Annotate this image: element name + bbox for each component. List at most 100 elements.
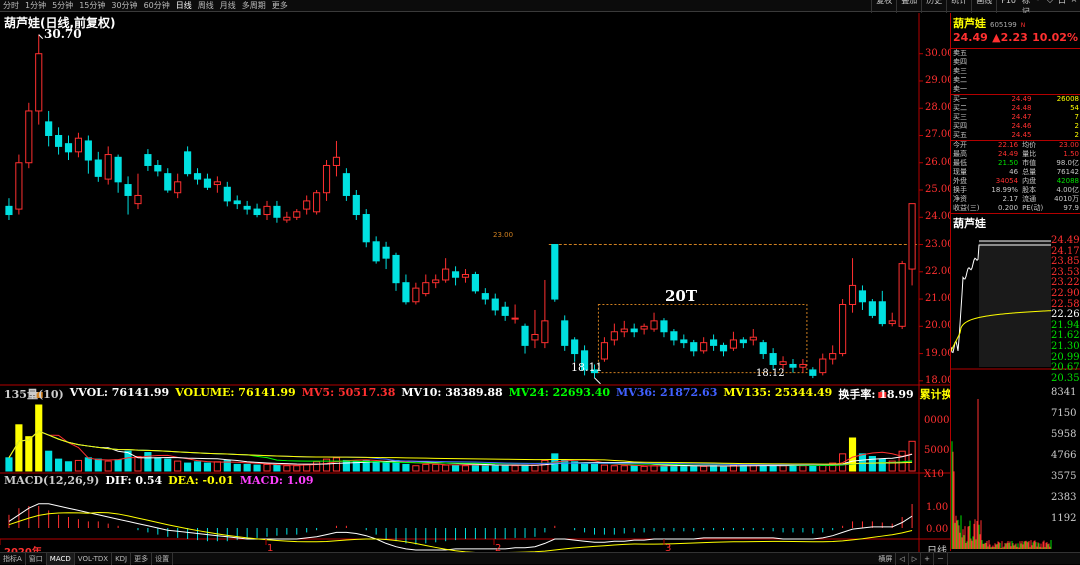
period-tab-10[interactable]: 更多	[269, 0, 291, 12]
candle-body	[65, 144, 71, 152]
candle-body	[641, 326, 647, 329]
candle-body	[254, 209, 260, 214]
kline-chart[interactable]: 00005000X101.000.00	[0, 13, 950, 552]
period-tab-4[interactable]: 30分钟	[108, 0, 140, 12]
stat-label: 净资	[951, 195, 985, 204]
volume-bar	[85, 458, 91, 471]
period-tab-3[interactable]: 15分钟	[76, 0, 108, 12]
bottom-button-3[interactable]: +	[921, 553, 934, 565]
intraday-price-label: 21.94	[1051, 320, 1080, 331]
stat-value: 4010万	[1048, 195, 1080, 204]
candle-body	[333, 157, 339, 165]
stat-label: 现量	[951, 168, 985, 177]
stat-label: PE(动)	[1020, 204, 1048, 214]
order-label: 卖四	[951, 58, 1016, 67]
volume-bar	[711, 466, 717, 471]
candle-body	[889, 321, 895, 324]
bottom-button-1[interactable]: ◁	[896, 553, 908, 565]
volume-bar	[373, 462, 379, 471]
candle-body	[909, 204, 915, 269]
volume-bar	[452, 465, 458, 471]
candle-body	[532, 334, 538, 339]
candle-body	[879, 302, 885, 324]
period-tab-0[interactable]: 分时	[0, 0, 22, 12]
order-row: 卖五	[951, 49, 1080, 58]
indicator-tab-0[interactable]: 指标A	[0, 553, 26, 565]
candle-body	[572, 340, 578, 354]
stat-value: 21.50	[985, 159, 1020, 168]
candle-body	[482, 294, 488, 299]
volume-indicator-item: MV24: 22693.40	[509, 386, 610, 402]
indicator-tab-2[interactable]: MACD	[47, 553, 75, 565]
price-change-pct: 10.02%	[1032, 31, 1078, 48]
order-price: 24.45	[984, 131, 1034, 141]
volume-bar	[502, 466, 508, 471]
period-tab-6[interactable]: 日线	[173, 0, 195, 12]
indicator-tab-3[interactable]: VOL-TDX	[75, 553, 112, 565]
candle-body	[452, 272, 458, 277]
indicator-tab-4[interactable]: KDJ	[112, 553, 131, 565]
volume-bar	[681, 466, 687, 471]
stat-value: 98.0亿	[1048, 159, 1080, 168]
stat-value: 97.9	[1048, 204, 1080, 214]
intraday-shade	[979, 241, 1051, 367]
candle-body	[343, 174, 349, 196]
volume-bar	[720, 466, 726, 471]
indicator-tab-1[interactable]: 窗口	[26, 553, 47, 565]
ask-table: 卖五 卖四 卖三 卖二 卖一	[951, 49, 1080, 95]
order-label: 买二	[951, 104, 984, 113]
volume-bar	[234, 464, 240, 471]
candle-body	[323, 165, 329, 192]
current-price: 24.49	[953, 31, 988, 48]
order-row: 买四 24.46 2	[951, 122, 1080, 131]
volume-indicator-item: MV10: 38389.88	[401, 386, 502, 402]
bottom-button-4[interactable]: －	[934, 553, 948, 565]
volume-bar	[175, 461, 181, 471]
period-tab-8[interactable]: 月线	[217, 0, 239, 12]
volume-bar	[443, 465, 449, 471]
period-tab-7[interactable]: 周线	[195, 0, 217, 12]
candle-body	[899, 264, 905, 327]
candle-body	[393, 255, 399, 282]
stat-row: 收益(三) 0.200 PE(动) 97.9	[951, 204, 1080, 214]
order-price: 24.48	[984, 104, 1034, 113]
volume-bar	[204, 463, 210, 471]
indicator-tab-5[interactable]: 更多	[131, 553, 152, 565]
stock-header: 葫芦娃 605199 N	[951, 13, 1080, 31]
period-tab-5[interactable]: 60分钟	[141, 0, 173, 12]
candle-body	[820, 359, 826, 373]
period-tab-1[interactable]: 1分钟	[22, 0, 49, 12]
candle-body	[512, 318, 518, 319]
bottom-button-2[interactable]: ▷	[909, 553, 921, 565]
stat-label: 均价	[1020, 141, 1048, 150]
order-row: 买三 24.47 7	[951, 113, 1080, 122]
candle-body	[214, 182, 220, 185]
order-volume	[1066, 76, 1080, 85]
candle-body	[720, 345, 726, 350]
period-tab-9[interactable]: 多周期	[239, 0, 269, 12]
candle-body	[840, 304, 846, 353]
order-price	[1016, 49, 1066, 58]
intraday-volume-label: 8341	[1051, 387, 1076, 398]
order-volume: 2	[1034, 122, 1080, 131]
order-label: 买一	[951, 95, 984, 104]
bottom-button-0[interactable]: 横屏	[875, 553, 896, 565]
indicator-tab-6[interactable]: 设置	[152, 553, 173, 565]
volume-indicator-item: VVOL: 76141.99	[70, 386, 170, 402]
intraday-price-label: 21.30	[1051, 341, 1080, 352]
candle-body	[691, 343, 697, 351]
volume-bar	[800, 466, 806, 471]
quote-stats-table: 今开 22.16 均价 23.00 最高 24.49 量比 1.50 最低 21.50 市值 98.0…	[951, 141, 1080, 214]
intraday-price-label: 20.35	[1051, 373, 1080, 384]
volume-indicator-item: MV5: 50517.38	[302, 386, 396, 402]
volume-bar	[56, 459, 62, 471]
candle-body	[661, 321, 667, 332]
stat-row: 外盘 34054 内盘 42088	[951, 177, 1080, 186]
period-tab-2[interactable]: 5分钟	[49, 0, 76, 12]
volume-bar	[185, 463, 191, 471]
stock-name: 葫芦娃	[953, 15, 986, 31]
volume-bar	[492, 465, 498, 471]
candle-body	[294, 212, 300, 217]
order-price: 24.47	[984, 113, 1034, 122]
stat-value: 24.49	[985, 150, 1020, 159]
